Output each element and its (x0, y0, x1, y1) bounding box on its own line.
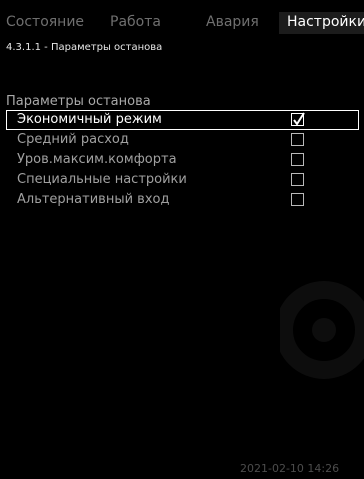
checkbox-unchecked[interactable] (291, 153, 304, 166)
option-label: Уров.максим.комфорта (17, 152, 177, 167)
tab-alarm[interactable]: Авария (206, 14, 259, 31)
tab-status[interactable]: Состояние (6, 14, 84, 31)
checkbox-unchecked[interactable] (291, 133, 304, 146)
option-special-settings[interactable]: Специальные настройки (6, 170, 364, 190)
option-max-comfort-level[interactable]: Уров.максим.комфорта (6, 150, 364, 170)
timestamp: 2021-02-10 14:26 (240, 462, 340, 475)
checkbox-unchecked[interactable] (291, 173, 304, 186)
options-list: Экономичный режим Средний расход Уров.ма… (6, 110, 364, 210)
checkmark-icon (293, 112, 305, 126)
tab-bar: Состояние Работа Авария Настройки (0, 0, 364, 34)
section-title: Параметры останова (6, 94, 151, 109)
option-average-flow[interactable]: Средний расход (6, 130, 364, 150)
option-economy-mode[interactable]: Экономичный режим (6, 110, 359, 130)
tab-settings[interactable]: Настройки (279, 12, 364, 34)
checkbox-checked[interactable] (291, 112, 305, 126)
option-label: Специальные настройки (17, 172, 187, 187)
checkbox-unchecked[interactable] (291, 193, 304, 206)
option-label: Средний расход (17, 132, 129, 147)
breadcrumb: 4.3.1.1 - Параметры останова (6, 42, 163, 53)
option-label: Экономичный режим (17, 112, 162, 127)
option-alternative-input[interactable]: Альтернативный вход (6, 190, 364, 210)
option-label: Альтернативный вход (17, 192, 170, 207)
tab-operation[interactable]: Работа (110, 14, 161, 31)
logo-watermark-icon (275, 270, 364, 390)
